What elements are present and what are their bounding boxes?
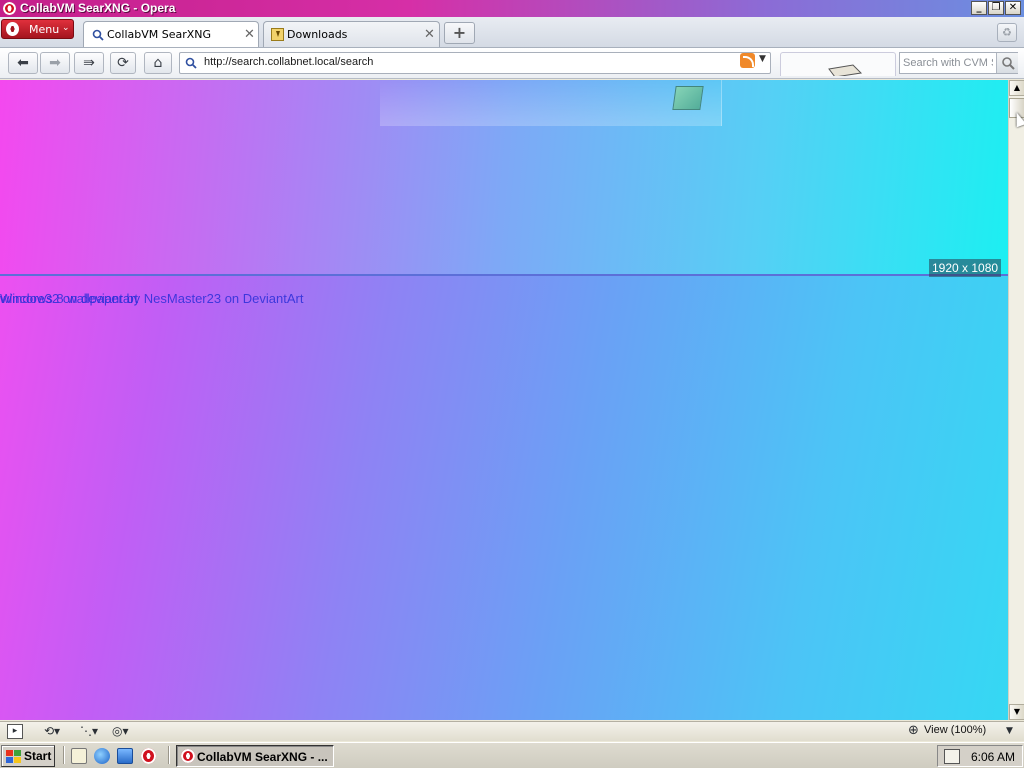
address-field[interactable]: http://search.collabnet.local/search — [179, 52, 771, 74]
taskbar: Start CollabVM SearXNG - ... 6:06 AM — [0, 742, 1024, 768]
close-window-button[interactable]: ✕ — [1005, 1, 1021, 15]
reload-icon: ⟳ — [117, 55, 129, 71]
close-icon[interactable]: ✕ — [424, 27, 435, 42]
tab-downloads[interactable]: Downloads ✕ — [263, 21, 440, 47]
back-button[interactable]: ⬅ — [8, 52, 38, 74]
new-tab-button[interactable]: + — [444, 22, 475, 44]
fast-forward-button[interactable]: ⇛ — [74, 52, 104, 74]
scroll-up-button[interactable]: ▲ — [1009, 80, 1024, 96]
calendar-icon[interactable] — [944, 749, 960, 764]
scroll-down-button[interactable]: ▼ — [1009, 704, 1024, 720]
forward-icon: ➡ — [49, 55, 61, 71]
minimize-button[interactable]: _ — [971, 1, 987, 15]
sync-icon[interactable]: ⟲▾ — [44, 724, 60, 739]
tab-label: CollabVM SearXNG — [107, 28, 212, 41]
separator — [63, 746, 65, 764]
taskbar-item-opera[interactable]: CollabVM SearXNG - ... — [176, 745, 334, 767]
forward-button[interactable]: ➡ — [40, 52, 70, 74]
restore-button[interactable]: ❐ — [988, 1, 1004, 15]
plus-icon: + — [452, 23, 467, 42]
network-icon[interactable] — [117, 748, 133, 764]
taskbar-item-label: CollabVM SearXNG - ... — [197, 750, 328, 764]
search-input[interactable]: Search with CVM SearXNG — [899, 52, 1018, 74]
separator — [168, 746, 170, 764]
image-preview[interactable]: 1920 x 1080 — [0, 80, 1008, 277]
internet-explorer-icon[interactable] — [94, 748, 110, 764]
window-title: CollabVM SearXNG - Opera — [20, 1, 176, 15]
start-button[interactable]: Start — [1, 745, 55, 767]
preview-highlight — [380, 80, 722, 126]
trash-button[interactable]: ♻ — [997, 23, 1017, 42]
image-dimensions-badge: 1920 x 1080 — [929, 259, 1002, 277]
clock[interactable]: 6:06 AM — [971, 750, 1015, 764]
opera-logo-icon — [181, 749, 195, 763]
status-bar: ▸ ⟲▾ ⋱▾ ◎▾ ⊕ View (100%) ▼ — [0, 721, 1024, 741]
tab-label: Downloads — [287, 28, 348, 41]
vertical-scrollbar[interactable]: ▲ ▼ — [1008, 80, 1024, 720]
download-icon — [271, 28, 284, 41]
menu-label: Menu — [29, 23, 60, 36]
speed-dial-area — [780, 52, 896, 76]
rss-icon[interactable] — [740, 53, 755, 68]
turbo-icon[interactable]: ◎▾ — [112, 724, 129, 739]
tab-strip: Menu ⌄ CollabVM SearXNG ✕ Downloads ✕ + … — [0, 17, 1024, 48]
tab-collabvm-searxng[interactable]: CollabVM SearXNG ✕ — [83, 21, 259, 47]
url-text: http://search.collabnet.local/search — [204, 56, 374, 68]
search-icon — [1001, 57, 1015, 70]
share-icon[interactable]: ⋱▾ — [80, 724, 98, 739]
back-icon: ⬅ — [17, 55, 29, 71]
panel-toggle-icon[interactable]: ▸ — [7, 724, 23, 739]
trash-icon: ♻ — [1002, 26, 1012, 39]
home-icon: ⌂ — [153, 55, 163, 71]
reload-button[interactable]: ⟳ — [110, 52, 136, 74]
fast-forward-icon: ⇛ — [83, 55, 95, 71]
zoom-icon: ⊕ — [908, 723, 919, 738]
opera-menu-button[interactable]: Menu ⌄ — [1, 19, 74, 39]
recycle-bin-icon — [672, 86, 704, 110]
search-button[interactable] — [996, 53, 1018, 73]
home-button[interactable]: ⌂ — [144, 52, 172, 74]
notepad-icon[interactable] — [71, 748, 87, 764]
opera-quicklaunch-icon[interactable] — [141, 748, 156, 764]
page-content: 1920 x 1080 Windows 8 wallpaper by NesMa… — [0, 80, 1008, 720]
chevron-down-icon[interactable]: ▼ — [759, 54, 766, 64]
searxng-favicon-icon — [185, 57, 197, 69]
close-icon[interactable]: ✕ — [244, 27, 255, 42]
start-label: Start — [24, 749, 52, 763]
result-link-overlap[interactable]: wincore32 on deviantart — [0, 291, 138, 306]
searxng-favicon-icon — [92, 29, 104, 41]
chevron-down-icon[interactable]: ▼ — [1006, 726, 1013, 741]
windows-logo-icon — [6, 750, 21, 763]
address-toolbar: ⬅ ➡ ⇛ ⟳ ⌂ http://search.collabnet.local/… — [0, 48, 1024, 79]
search-placeholder: Search with CVM SearXNG — [903, 57, 993, 69]
chevron-down-icon: ⌄ — [62, 23, 70, 33]
view-zoom-control[interactable]: View (100%) — [924, 724, 986, 736]
system-tray: 6:06 AM — [937, 745, 1023, 767]
drag-handle-icon — [828, 64, 863, 76]
opera-logo-icon — [3, 2, 16, 15]
window-titlebar: CollabVM SearXNG - Opera _ ❐ ✕ — [0, 0, 1024, 17]
opera-logo-icon — [6, 22, 19, 36]
